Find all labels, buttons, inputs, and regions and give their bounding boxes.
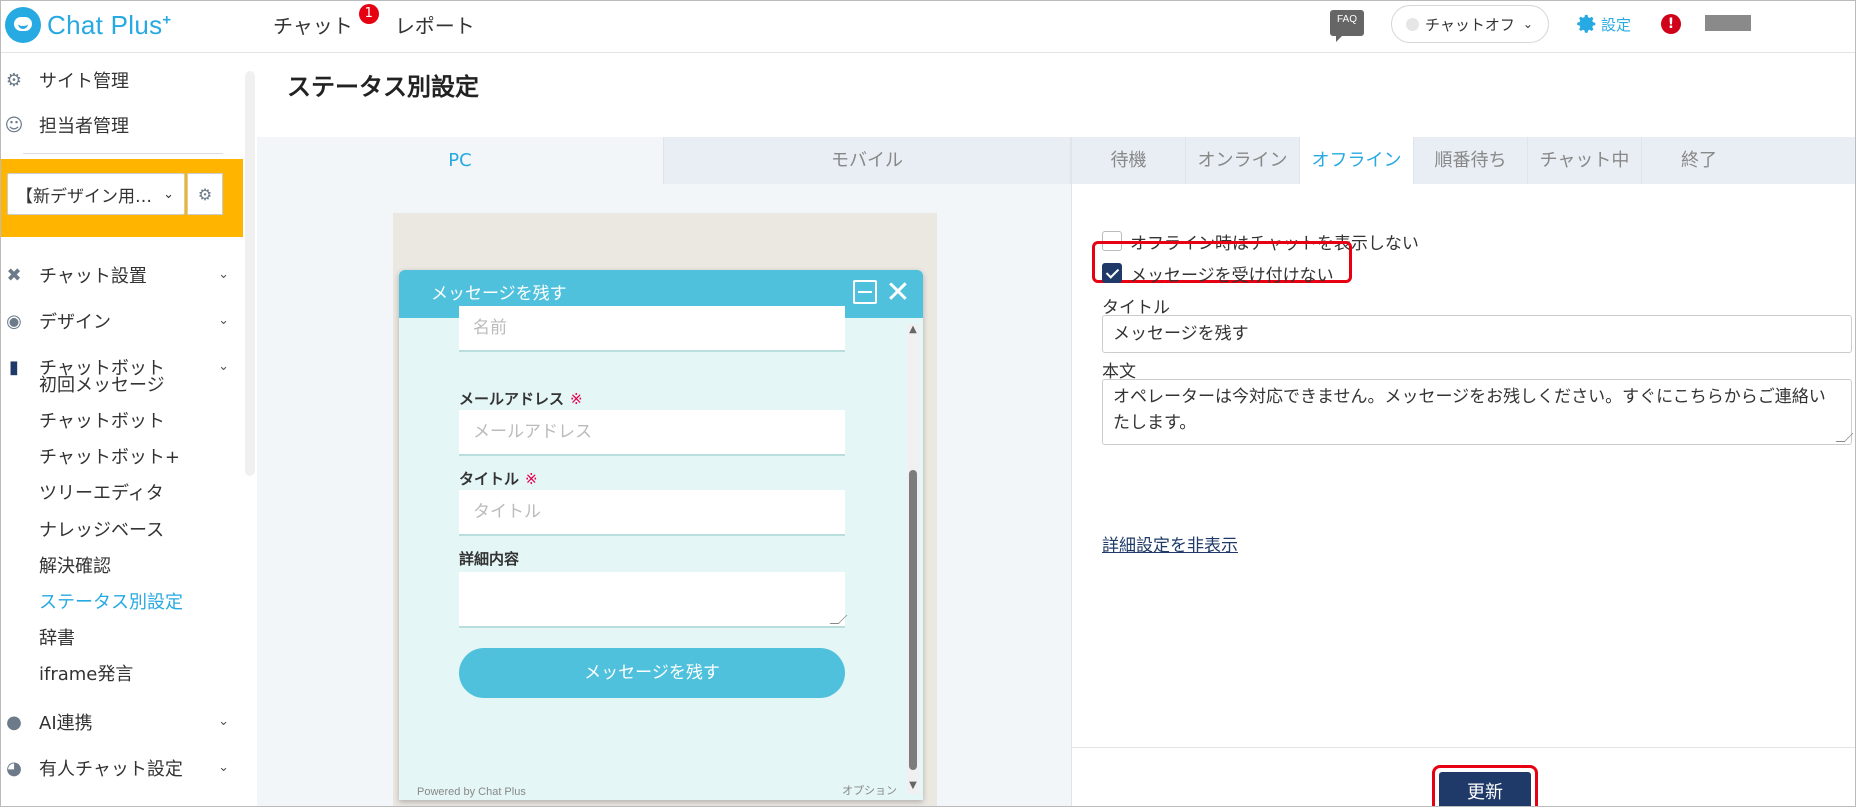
widget-option-link[interactable]: オプション — [842, 782, 897, 798]
site-selector-box: 【新デザイン用… ⌄ ⚙ — [1, 159, 243, 237]
update-button[interactable]: 更新 — [1439, 772, 1531, 806]
sidebar-sub-knowledge-base[interactable]: ナレッジベース — [39, 516, 164, 546]
tab-pc[interactable]: PC — [257, 137, 664, 184]
tab-chatting[interactable]: チャット中 — [1528, 137, 1642, 184]
status-dot-icon — [1406, 17, 1419, 31]
widget-name-input[interactable]: 名前 — [459, 306, 845, 352]
user-menu[interactable] — [1705, 15, 1751, 31]
widget-email-input[interactable]: メールアドレス — [459, 410, 845, 456]
panel-divider — [1072, 747, 1855, 748]
palette-icon: ◉ — [6, 310, 22, 332]
widget-detail-label: 詳細内容 — [459, 550, 520, 568]
headset-icon: ◕ — [6, 757, 22, 779]
site-settings-gear-icon[interactable]: ⚙ — [187, 173, 223, 215]
user-gear-icon: ☺ — [4, 114, 24, 136]
ai-brain-icon: ● — [6, 711, 22, 733]
tools-icon: ✖ — [6, 264, 22, 286]
sidebar-item-staff-mgmt[interactable]: ☺ 担当者管理 — [1, 108, 243, 142]
sidebar-sub-chatbot[interactable]: チャットボット — [39, 407, 165, 437]
tab-mobile[interactable]: モバイル — [664, 137, 1071, 184]
tab-ended[interactable]: 終了 — [1642, 137, 1756, 184]
chevron-down-icon: ⌄ — [218, 714, 229, 729]
sidebar-sub-first-message[interactable]: 初回メッセージ — [39, 371, 165, 401]
sidebar-sub-tree-editor[interactable]: ツリーエディタ — [39, 479, 164, 509]
chevron-down-icon: ⌄ — [218, 760, 229, 775]
preview-area: メッセージを残す ✕ 名前 メールアドレス ※ メールアドレス タイトル ※ タイト… — [257, 184, 1071, 806]
status-settings-panel: 待機 オンライン オフライン 順番待ち チャット中 終了 オフライン時はチャット… — [1071, 137, 1855, 806]
widget-title-label: タイトル ※ — [459, 470, 538, 488]
nav-report[interactable]: レポート — [395, 10, 475, 39]
faq-icon[interactable]: FAQ — [1330, 10, 1364, 42]
chevron-down-icon: ⌄ — [218, 313, 229, 328]
device-tabs: PC モバイル — [257, 137, 1071, 184]
chevron-down-icon: ⌄ — [218, 359, 229, 374]
sidebar-sub-chatbot-plus[interactable]: チャットボット+ — [39, 443, 180, 473]
chat-count-badge: 1 — [358, 3, 379, 24]
sidebar-sub-status-settings[interactable]: ステータス別設定 — [39, 588, 183, 618]
widget-title-input[interactable]: タイトル — [459, 490, 845, 536]
gear-icon — [1577, 14, 1596, 33]
widget-submit-button[interactable]: メッセージを残す — [459, 648, 845, 698]
sidebar-item-design[interactable]: ◉ デザイン ⌄ — [1, 304, 243, 338]
detail-settings-toggle-link[interactable]: 詳細設定を非表示 — [1102, 531, 1238, 556]
chevron-down-icon: ⌄ — [163, 186, 174, 202]
status-tabs: 待機 オンライン オフライン 順番待ち チャット中 終了 — [1072, 137, 1855, 184]
no-accept-message-checkbox[interactable] — [1102, 263, 1122, 283]
tab-queue[interactable]: 順番待ち — [1414, 137, 1528, 184]
widget-powered-by: Powered by Chat Plus — [417, 786, 526, 798]
chat-widget-preview: メッセージを残す ✕ 名前 メールアドレス ※ メールアドレス タイトル ※ タイト… — [399, 270, 923, 800]
chat-plus-logo-icon — [5, 7, 41, 43]
alert-icon[interactable]: ! — [1661, 14, 1681, 34]
nav-chat[interactable]: チャット 1 — [273, 3, 379, 39]
chevron-down-icon: ⌄ — [218, 267, 229, 282]
sidebar-sub-iframe[interactable]: iframe発言 — [39, 660, 133, 690]
chevron-down-icon: ⌄ — [1522, 17, 1533, 31]
chat-bubbles-icon: ▮ — [9, 356, 19, 378]
minimize-icon[interactable] — [853, 280, 877, 304]
gears-icon: ⚙ — [5, 69, 23, 91]
no-accept-message-row[interactable]: メッセージを受け付けない — [1102, 259, 1334, 287]
update-button-highlight: 更新 — [1432, 765, 1538, 806]
widget-detail-textarea[interactable] — [459, 572, 845, 628]
settings-link[interactable]: 設定 — [1576, 11, 1631, 37]
logo[interactable]: Chat Plus+ — [5, 5, 171, 45]
widget-email-label: メールアドレス ※ — [459, 390, 583, 408]
page-title: ステータス別設定 — [287, 73, 479, 101]
tab-offline[interactable]: オフライン — [1300, 137, 1414, 184]
tab-online[interactable]: オンライン — [1186, 137, 1300, 184]
scroll-down-icon[interactable]: ▼ — [907, 780, 919, 792]
widget-scroll-thumb[interactable] — [909, 470, 917, 770]
site-select[interactable]: 【新デザイン用… ⌄ — [7, 173, 185, 215]
body-field-textarea[interactable]: オペレーターは今対応できません。メッセージをお残しください。すぐにこちらからご連… — [1102, 379, 1852, 445]
sidebar: ⚙ サイト管理 ☺ 担当者管理 【新デザイン用… ⌄ ⚙ ✖ チャット設置 ⌄ … — [1, 53, 243, 806]
tab-standby[interactable]: 待機 — [1072, 137, 1186, 184]
sidebar-item-ai[interactable]: ● AI連携 ⌄ — [1, 705, 243, 739]
sidebar-item-site-mgmt[interactable]: ⚙ サイト管理 — [1, 63, 243, 97]
sidebar-item-chat-setup[interactable]: ✖ チャット設置 ⌄ — [1, 258, 243, 292]
close-icon[interactable]: ✕ — [885, 276, 911, 310]
chat-status-select[interactable]: チャットオフ ⌄ — [1391, 5, 1549, 43]
sidebar-sub-dictionary[interactable]: 辞書 — [39, 624, 75, 654]
app-window: Chat Plus+ チャット 1 レポート FAQ チャットオフ ⌄ 設定 !… — [0, 0, 1856, 807]
top-bar: Chat Plus+ チャット 1 レポート FAQ チャットオフ ⌄ 設定 ! — [1, 1, 1855, 53]
main-content: ステータス別設定 PC モバイル メッセージを残す ✕ 名前 メールアドレス ※ … — [257, 53, 1855, 806]
logo-text: Chat Plus+ — [47, 9, 172, 40]
sidebar-item-manned-chat[interactable]: ◕ 有人チャット設定 ⌄ — [1, 751, 243, 785]
scroll-up-icon[interactable]: ▲ — [907, 324, 919, 336]
title-field-input[interactable]: メッセージを残す — [1102, 315, 1852, 353]
sidebar-sub-resolution-check[interactable]: 解決確認 — [39, 552, 111, 582]
sidebar-divider — [23, 153, 223, 154]
top-nav: チャット 1 レポート — [273, 3, 509, 41]
sidebar-scrollbar[interactable] — [245, 71, 255, 476]
